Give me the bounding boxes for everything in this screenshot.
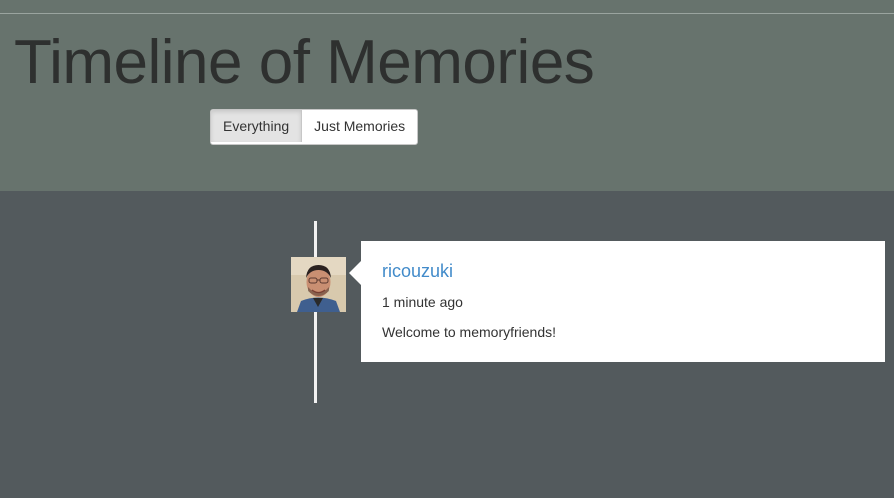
page-header: Timeline of Memories Everything Just Mem… [0, 0, 894, 191]
card-pointer [349, 261, 361, 285]
filter-everything-button[interactable]: Everything [211, 110, 303, 142]
entry-timestamp: 1 minute ago [382, 294, 463, 310]
entry-message: Welcome to memoryfriends! [382, 324, 557, 340]
entry-username-link[interactable]: ricouzuki [382, 261, 453, 282]
filter-just-memories-button[interactable]: Just Memories [302, 110, 418, 142]
timeline-line [314, 221, 317, 403]
timeline-area: ricouzuki 1 minute ago Welcome to memory… [0, 191, 894, 498]
user-avatar-photo-icon [291, 257, 346, 312]
header-divider [0, 13, 894, 14]
avatar[interactable] [291, 257, 346, 312]
page-title: Timeline of Memories [14, 28, 595, 97]
timeline-entry-card: ricouzuki 1 minute ago Welcome to memory… [349, 241, 885, 362]
timeline-filter-toggle: Everything Just Memories [210, 109, 419, 145]
